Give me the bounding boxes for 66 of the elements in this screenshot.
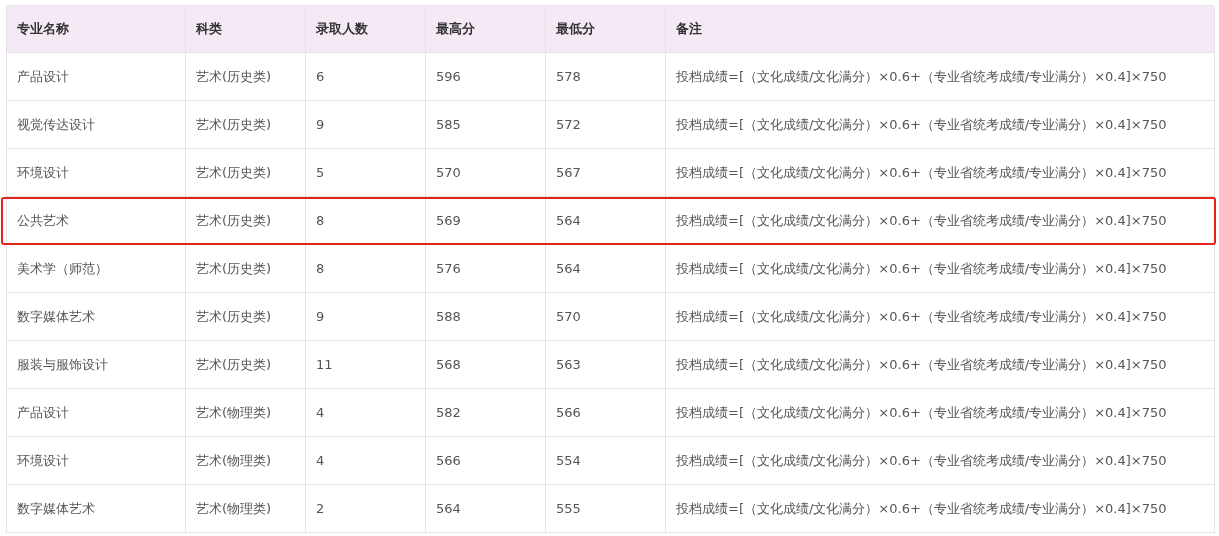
table-cell: 564 (546, 197, 666, 245)
table-cell: 596 (426, 53, 546, 101)
table-cell: 567 (546, 149, 666, 197)
table-cell: 艺术(历史类) (186, 53, 306, 101)
table-cell: 585 (426, 101, 546, 149)
table-cell: 554 (546, 437, 666, 485)
table-cell: 582 (426, 389, 546, 437)
table-cell: 566 (546, 389, 666, 437)
table-cell: 588 (426, 293, 546, 341)
table-cell: 4 (306, 389, 426, 437)
table-cell: 数字媒体艺术 (7, 293, 186, 341)
table-cell: 产品设计 (7, 53, 186, 101)
table-cell: 艺术(历史类) (186, 293, 306, 341)
table-cell: 5 (306, 149, 426, 197)
table-cell: 服装与服饰设计 (7, 341, 186, 389)
table-cell: 投档成绩=[（文化成绩/文化满分）×0.6+（专业省统考成绩/专业满分）×0.4]×750 (666, 245, 1215, 293)
table-cell: 产品设计 (7, 389, 186, 437)
table-cell: 投档成绩=[（文化成绩/文化满分）×0.6+（专业省统考成绩/专业满分）×0.4]×750 (666, 53, 1215, 101)
table-cell: 艺术(历史类) (186, 101, 306, 149)
table-cell: 环境设计 (7, 149, 186, 197)
table-cell: 环境设计 (7, 437, 186, 485)
table-cell: 8 (306, 245, 426, 293)
table-cell: 艺术(历史类) (186, 197, 306, 245)
column-header: 录取人数 (306, 6, 426, 53)
table-cell: 11 (306, 341, 426, 389)
table-cell: 568 (426, 341, 546, 389)
table-cell: 564 (546, 245, 666, 293)
table-cell: 公共艺术 (7, 197, 186, 245)
table-cell: 2 (306, 485, 426, 533)
table-cell: 投档成绩=[（文化成绩/文化满分）×0.6+（专业省统考成绩/专业满分）×0.4]×750 (666, 293, 1215, 341)
table-cell: 投档成绩=[（文化成绩/文化满分）×0.6+（专业省统考成绩/专业满分）×0.4]×750 (666, 389, 1215, 437)
table-cell: 艺术(历史类) (186, 341, 306, 389)
table-cell: 艺术(物理类) (186, 485, 306, 533)
table-cell: 563 (546, 341, 666, 389)
table-cell: 6 (306, 53, 426, 101)
table-cell: 艺术(物理类) (186, 437, 306, 485)
table-cell: 8 (306, 197, 426, 245)
table-cell: 578 (546, 53, 666, 101)
table-cell: 564 (426, 485, 546, 533)
table-cell: 投档成绩=[（文化成绩/文化满分）×0.6+（专业省统考成绩/专业满分）×0.4]×750 (666, 485, 1215, 533)
table-cell: 投档成绩=[（文化成绩/文化满分）×0.6+（专业省统考成绩/专业满分）×0.4]×750 (666, 149, 1215, 197)
table-cell: 9 (306, 101, 426, 149)
table-cell: 视觉传达设计 (7, 101, 186, 149)
table-cell: 569 (426, 197, 546, 245)
table-cell: 576 (426, 245, 546, 293)
table-cell: 566 (426, 437, 546, 485)
table-cell: 572 (546, 101, 666, 149)
table-cell: 艺术(历史类) (186, 245, 306, 293)
table-cell: 555 (546, 485, 666, 533)
table-cell: 570 (426, 149, 546, 197)
column-header: 备注 (666, 6, 1215, 53)
table-cell: 570 (546, 293, 666, 341)
table-cell: 9 (306, 293, 426, 341)
table-cell: 投档成绩=[（文化成绩/文化满分）×0.6+（专业省统考成绩/专业满分）×0.4]×750 (666, 341, 1215, 389)
table-cell: 艺术(历史类) (186, 149, 306, 197)
table-cell: 投档成绩=[（文化成绩/文化满分）×0.6+（专业省统考成绩/专业满分）×0.4]×750 (666, 437, 1215, 485)
column-header: 最低分 (546, 6, 666, 53)
table-cell: 数字媒体艺术 (7, 485, 186, 533)
column-header: 专业名称 (7, 6, 186, 53)
table-cell: 投档成绩=[（文化成绩/文化满分）×0.6+（专业省统考成绩/专业满分）×0.4]×750 (666, 101, 1215, 149)
column-header: 最高分 (426, 6, 546, 53)
table-cell: 艺术(物理类) (186, 389, 306, 437)
column-header: 科类 (186, 6, 306, 53)
table-cell: 4 (306, 437, 426, 485)
table-cell: 投档成绩=[（文化成绩/文化满分）×0.6+（专业省统考成绩/专业满分）×0.4]×750 (666, 197, 1215, 245)
table-cell: 美术学（师范） (7, 245, 186, 293)
